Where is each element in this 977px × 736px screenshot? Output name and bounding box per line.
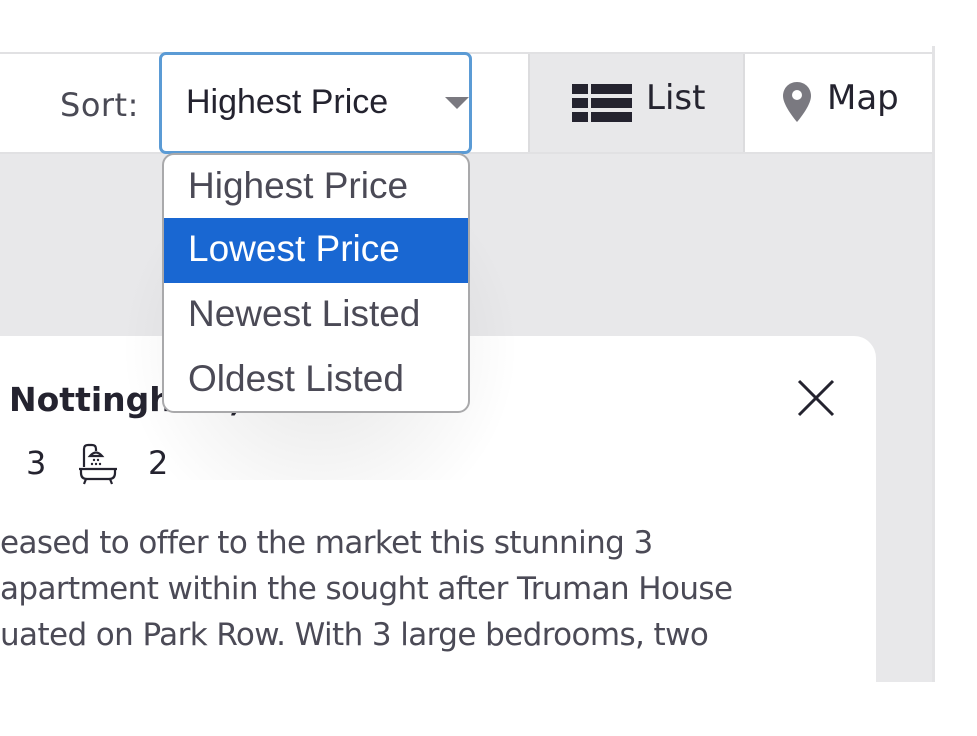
list-view-label: List — [646, 78, 706, 118]
description-line: uated on Park Row. With 3 large bedrooms… — [0, 617, 709, 653]
panel-divider — [932, 46, 935, 682]
description-line: apartment within the sought after Truman… — [0, 571, 733, 607]
sort-option-newest-listed[interactable]: Newest Listed — [164, 283, 468, 348]
sort-dropdown-menu: Highest Price Lowest Price Newest Listed… — [162, 153, 470, 413]
listing-description: eased to offer to the market this stunni… — [0, 520, 860, 658]
map-view-button[interactable]: Map — [745, 54, 932, 152]
sort-option-lowest-price[interactable]: Lowest Price — [164, 218, 468, 283]
description-line: eased to offer to the market this stunni… — [0, 525, 653, 561]
bath-icon — [79, 443, 117, 485]
map-pin-icon — [783, 82, 811, 122]
bedroom-count: 3 — [26, 444, 47, 482]
close-icon[interactable] — [796, 378, 836, 418]
sort-option-oldest-listed[interactable]: Oldest Listed — [164, 348, 468, 411]
sort-option-highest-price[interactable]: Highest Price — [164, 155, 468, 220]
caret-down-icon — [445, 97, 469, 109]
sort-label: Sort: — [60, 86, 139, 124]
list-view-button[interactable]: List — [528, 54, 745, 152]
sort-select[interactable]: Highest Price — [159, 52, 472, 154]
list-icon — [572, 84, 632, 122]
map-view-label: Map — [827, 78, 899, 118]
bathroom-count: 2 — [148, 444, 169, 482]
sort-selected-value: Highest Price — [186, 83, 389, 121]
